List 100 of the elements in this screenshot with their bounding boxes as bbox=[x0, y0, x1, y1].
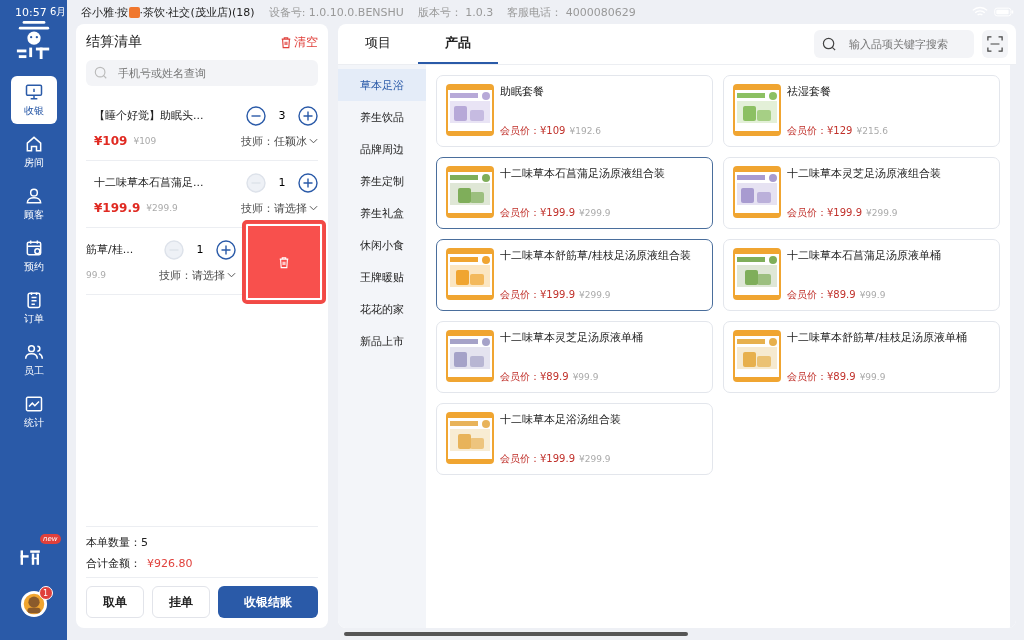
nav-item[interactable]: 订单 bbox=[10, 284, 57, 332]
nav-item[interactable]: 房间 bbox=[10, 128, 57, 176]
search-icon bbox=[94, 66, 108, 80]
nav-item[interactable]: 收银 bbox=[10, 76, 57, 124]
plus-button[interactable] bbox=[216, 239, 236, 260]
product-name: 十二味草本石菖蒲足汤原液组合装 bbox=[500, 166, 666, 181]
search-field[interactable]: 手机号或姓名查询 bbox=[86, 60, 318, 86]
product-name: 十二味草本舒筋草/桂枝足汤原液单桶 bbox=[787, 330, 968, 345]
price-label: 会员价： bbox=[500, 452, 540, 466]
product-card[interactable]: 十二味草本灵芝足汤原液组合装 会员价：¥199.9 ¥299.9 bbox=[723, 157, 1000, 229]
action-button[interactable]: 挂单 bbox=[152, 586, 210, 618]
original-price: 99.9 bbox=[86, 270, 107, 280]
member-price: ¥199.9 bbox=[540, 289, 575, 300]
minus-button[interactable] bbox=[246, 105, 266, 126]
nav-item[interactable]: 统计 bbox=[10, 388, 57, 436]
price-label: 会员价： bbox=[787, 370, 827, 384]
category-item[interactable]: 品牌周边 bbox=[338, 133, 426, 165]
search-input[interactable]: 手机号或姓名查询 bbox=[116, 65, 310, 81]
service-hotline: 客服电话： 4000080629 bbox=[507, 4, 636, 20]
caret-icon bbox=[309, 138, 318, 144]
tab[interactable]: 项目 bbox=[338, 24, 418, 64]
category-item[interactable]: 花花的家 bbox=[338, 293, 426, 325]
version-number: 版本号： 1.0.3 bbox=[417, 4, 494, 20]
item-price: ¥109 bbox=[94, 134, 128, 148]
member-price: ¥89.9 bbox=[540, 371, 569, 382]
product-card[interactable]: 十二味草本足浴汤组合装 会员价：¥199.9 ¥299.9 bbox=[436, 403, 713, 475]
people-icon bbox=[23, 342, 44, 362]
clear-button[interactable]: 清空 bbox=[280, 33, 318, 51]
caret-icon bbox=[227, 272, 236, 278]
device-number: 设备号: 1.0.10.0.BENSHU bbox=[268, 4, 404, 20]
technician-select[interactable]: 请选择 bbox=[274, 200, 318, 216]
avatar[interactable] bbox=[19, 590, 48, 618]
trash-icon bbox=[280, 35, 292, 49]
technician-label: 技师： bbox=[159, 267, 192, 283]
product-card[interactable]: 祛湿套餐 会员价：¥129 ¥215.6 bbox=[723, 75, 1000, 147]
item-name: 筋草/桂... bbox=[86, 242, 135, 257]
quantity: 3 bbox=[277, 109, 287, 122]
original-price: ¥299.9 bbox=[579, 454, 611, 464]
product-card[interactable]: 十二味草本石菖蒲足汤原液组合装 会员价：¥199.9 ¥299.9 bbox=[436, 157, 713, 229]
member-price: ¥199.9 bbox=[540, 453, 575, 464]
trash-icon bbox=[278, 255, 290, 269]
total-amount: ¥926.80 bbox=[147, 557, 193, 570]
product-card[interactable]: 十二味草本舒筋草/桂枝足汤原液单桶 会员价：¥89.9 ¥99.9 bbox=[723, 321, 1000, 393]
search-field[interactable]: 输入品项关键字搜索 bbox=[814, 30, 974, 58]
member-price: ¥109 bbox=[540, 125, 566, 136]
nav-item[interactable]: 员工 bbox=[10, 336, 57, 384]
product-name: 十二味草本灵芝足汤原液组合装 bbox=[787, 166, 942, 181]
plus-button[interactable] bbox=[298, 172, 318, 193]
product-card[interactable]: 十二味草本舒筋草/桂枝足汤原液组合装 会员价：¥199.9 ¥299.9 bbox=[436, 239, 713, 311]
original-price: ¥215.6 bbox=[856, 126, 888, 136]
price-label: 会员价： bbox=[500, 206, 540, 220]
technician-label: 技师： bbox=[241, 200, 274, 216]
category-item[interactable]: 养生饮品 bbox=[338, 101, 426, 133]
count-label: 本单数量： bbox=[86, 536, 141, 549]
delete-button[interactable] bbox=[242, 220, 326, 304]
plus-button[interactable] bbox=[298, 105, 318, 126]
product-name: 祛湿套餐 bbox=[787, 84, 832, 99]
price-label: 会员价： bbox=[787, 288, 827, 302]
caret-icon bbox=[309, 205, 318, 211]
monitor-icon bbox=[23, 82, 44, 102]
category-item[interactable]: 养生礼盒 bbox=[338, 197, 426, 229]
search-input[interactable]: 输入品项关键字搜索 bbox=[847, 36, 966, 52]
action-button[interactable]: 收银结账 bbox=[218, 586, 318, 618]
product-name: 十二味草本舒筋草/桂枝足汤原液组合装 bbox=[500, 248, 692, 263]
original-price: ¥299.9 bbox=[146, 203, 178, 213]
store-name: ·茶饮·社交(茂业店)(18) bbox=[139, 4, 255, 20]
category-item[interactable]: 新品上市 bbox=[338, 325, 426, 357]
category-item[interactable]: 草本足浴 bbox=[338, 69, 426, 101]
member-price: ¥89.9 bbox=[827, 371, 856, 382]
item-name: 十二味草本石菖蒲足... bbox=[94, 175, 205, 190]
item-name: 【睡个好觉】助眠头... bbox=[94, 108, 205, 123]
original-price: ¥192.6 bbox=[569, 126, 601, 136]
member-price: ¥129 bbox=[827, 125, 853, 136]
app-icon bbox=[128, 6, 140, 18]
member-price: ¥199.9 bbox=[827, 207, 862, 218]
price-label: 会员价： bbox=[787, 206, 827, 220]
product-card[interactable]: 十二味草本石菖蒲足汤原液单桶 会员价：¥89.9 ¥99.9 bbox=[723, 239, 1000, 311]
product-name: 十二味草本石菖蒲足汤原液单桶 bbox=[787, 248, 942, 263]
original-price: ¥99.9 bbox=[859, 290, 886, 300]
product-name: 助眠套餐 bbox=[500, 84, 545, 99]
action-button[interactable]: 取单 bbox=[86, 586, 144, 618]
price-label: 会员价： bbox=[500, 370, 540, 384]
quantity: 1 bbox=[277, 176, 287, 189]
original-price: ¥299.9 bbox=[866, 208, 898, 218]
original-price: ¥99.9 bbox=[859, 372, 886, 382]
category-item[interactable]: 养生定制 bbox=[338, 165, 426, 197]
product-card[interactable]: 十二味草本灵芝足汤原液单桶 会员价：¥89.9 ¥99.9 bbox=[436, 321, 713, 393]
category-item[interactable]: 王牌暖贴 bbox=[338, 261, 426, 293]
technician-select[interactable]: 任颖冰 bbox=[274, 133, 318, 149]
nav-item[interactable]: 预约 bbox=[10, 232, 57, 280]
product-card[interactable]: 助眠套餐 会员价：¥109 ¥192.6 bbox=[436, 75, 713, 147]
technician-select[interactable]: 请选择 bbox=[192, 267, 236, 283]
panel-title: 结算清单 bbox=[86, 33, 142, 51]
product-name: 十二味草本足浴汤组合装 bbox=[500, 412, 622, 427]
tab[interactable]: 产品 bbox=[418, 24, 498, 64]
category-item[interactable]: 休闲小食 bbox=[338, 229, 426, 261]
scan-button[interactable] bbox=[982, 30, 1008, 58]
technician-label: 技师： bbox=[241, 133, 274, 149]
chart-icon bbox=[23, 394, 44, 414]
nav-item[interactable]: 顾客 bbox=[10, 180, 57, 228]
